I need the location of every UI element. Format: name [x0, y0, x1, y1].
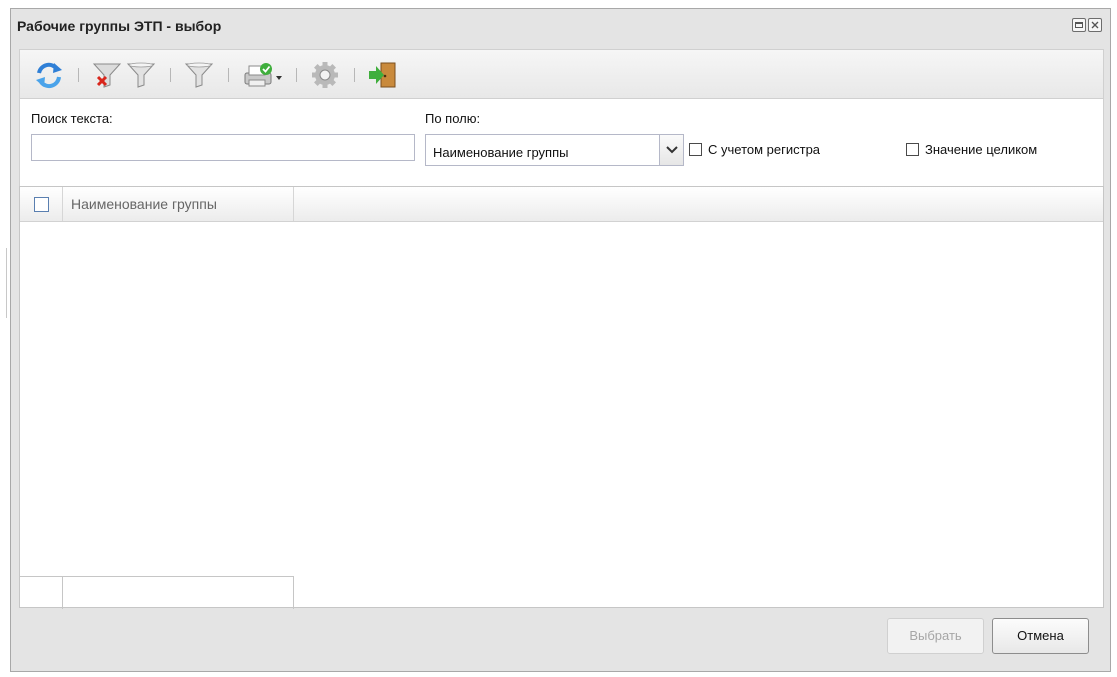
case-sensitive-checkbox[interactable]: [689, 143, 702, 156]
whole-value-checkbox[interactable]: [906, 143, 919, 156]
cancel-button[interactable]: Отмена: [992, 618, 1089, 654]
dialog-window: Рабочие группы ЭТП - выбор Поиск текста:…: [10, 8, 1111, 672]
summary-cell: [20, 577, 63, 609]
settings-button[interactable]: [308, 60, 342, 90]
clear-filter-icon: [92, 63, 122, 88]
maximize-button[interactable]: [1072, 18, 1086, 32]
refresh-button[interactable]: [32, 60, 66, 90]
refresh-icon: [36, 62, 62, 89]
background-edge: [6, 248, 7, 318]
search-panel: Поиск текста: По полю: Наименование груп…: [19, 99, 1104, 186]
toolbar-separator: [228, 68, 229, 82]
chevron-down-icon: [666, 146, 678, 154]
exit-icon: [369, 62, 396, 88]
grid-summary-row: [20, 576, 294, 609]
search-field-value: Наименование группы: [433, 145, 569, 160]
filter-icon: [184, 62, 214, 88]
select-all-cell: [20, 187, 63, 221]
toolbar: [19, 49, 1104, 99]
close-button[interactable]: [1088, 18, 1102, 32]
filter-icon: [126, 62, 156, 88]
close-icon: [1091, 21, 1099, 29]
apply-filter-button[interactable]: [182, 60, 216, 90]
whole-value-label: Значение целиком: [925, 142, 1038, 157]
search-field-label: По полю:: [425, 111, 481, 126]
exit-button[interactable]: [366, 60, 400, 90]
print-icon: [244, 63, 282, 87]
toolbar-separator: [170, 68, 171, 82]
toolbar-separator: [354, 68, 355, 82]
column-header-group-name[interactable]: Наименование группы: [62, 187, 294, 221]
dropdown-trigger[interactable]: [659, 135, 683, 165]
title-bar[interactable]: Рабочие группы ЭТП - выбор: [11, 9, 1110, 43]
select-button[interactable]: Выбрать: [887, 618, 984, 654]
filter-button[interactable]: [124, 60, 158, 90]
summary-cell: [62, 577, 294, 609]
print-dropdown-button[interactable]: [240, 60, 284, 90]
toolbar-separator: [78, 68, 79, 82]
settings-icon: [312, 62, 338, 88]
clear-filter-button[interactable]: [90, 60, 124, 90]
column-header-label: Наименование группы: [71, 196, 217, 212]
results-grid: Наименование группы: [19, 186, 1104, 609]
search-input[interactable]: [31, 134, 415, 161]
case-sensitive-label: С учетом регистра: [708, 142, 821, 157]
toolbar-separator: [296, 68, 297, 82]
maximize-icon: [1075, 22, 1083, 28]
search-field-select[interactable]: Наименование группы: [425, 134, 684, 166]
search-text-label: Поиск текста:: [31, 111, 113, 126]
window-title: Рабочие группы ЭТП - выбор: [17, 18, 222, 34]
select-all-checkbox[interactable]: [34, 197, 49, 212]
grid-header: Наименование группы: [20, 187, 1103, 222]
